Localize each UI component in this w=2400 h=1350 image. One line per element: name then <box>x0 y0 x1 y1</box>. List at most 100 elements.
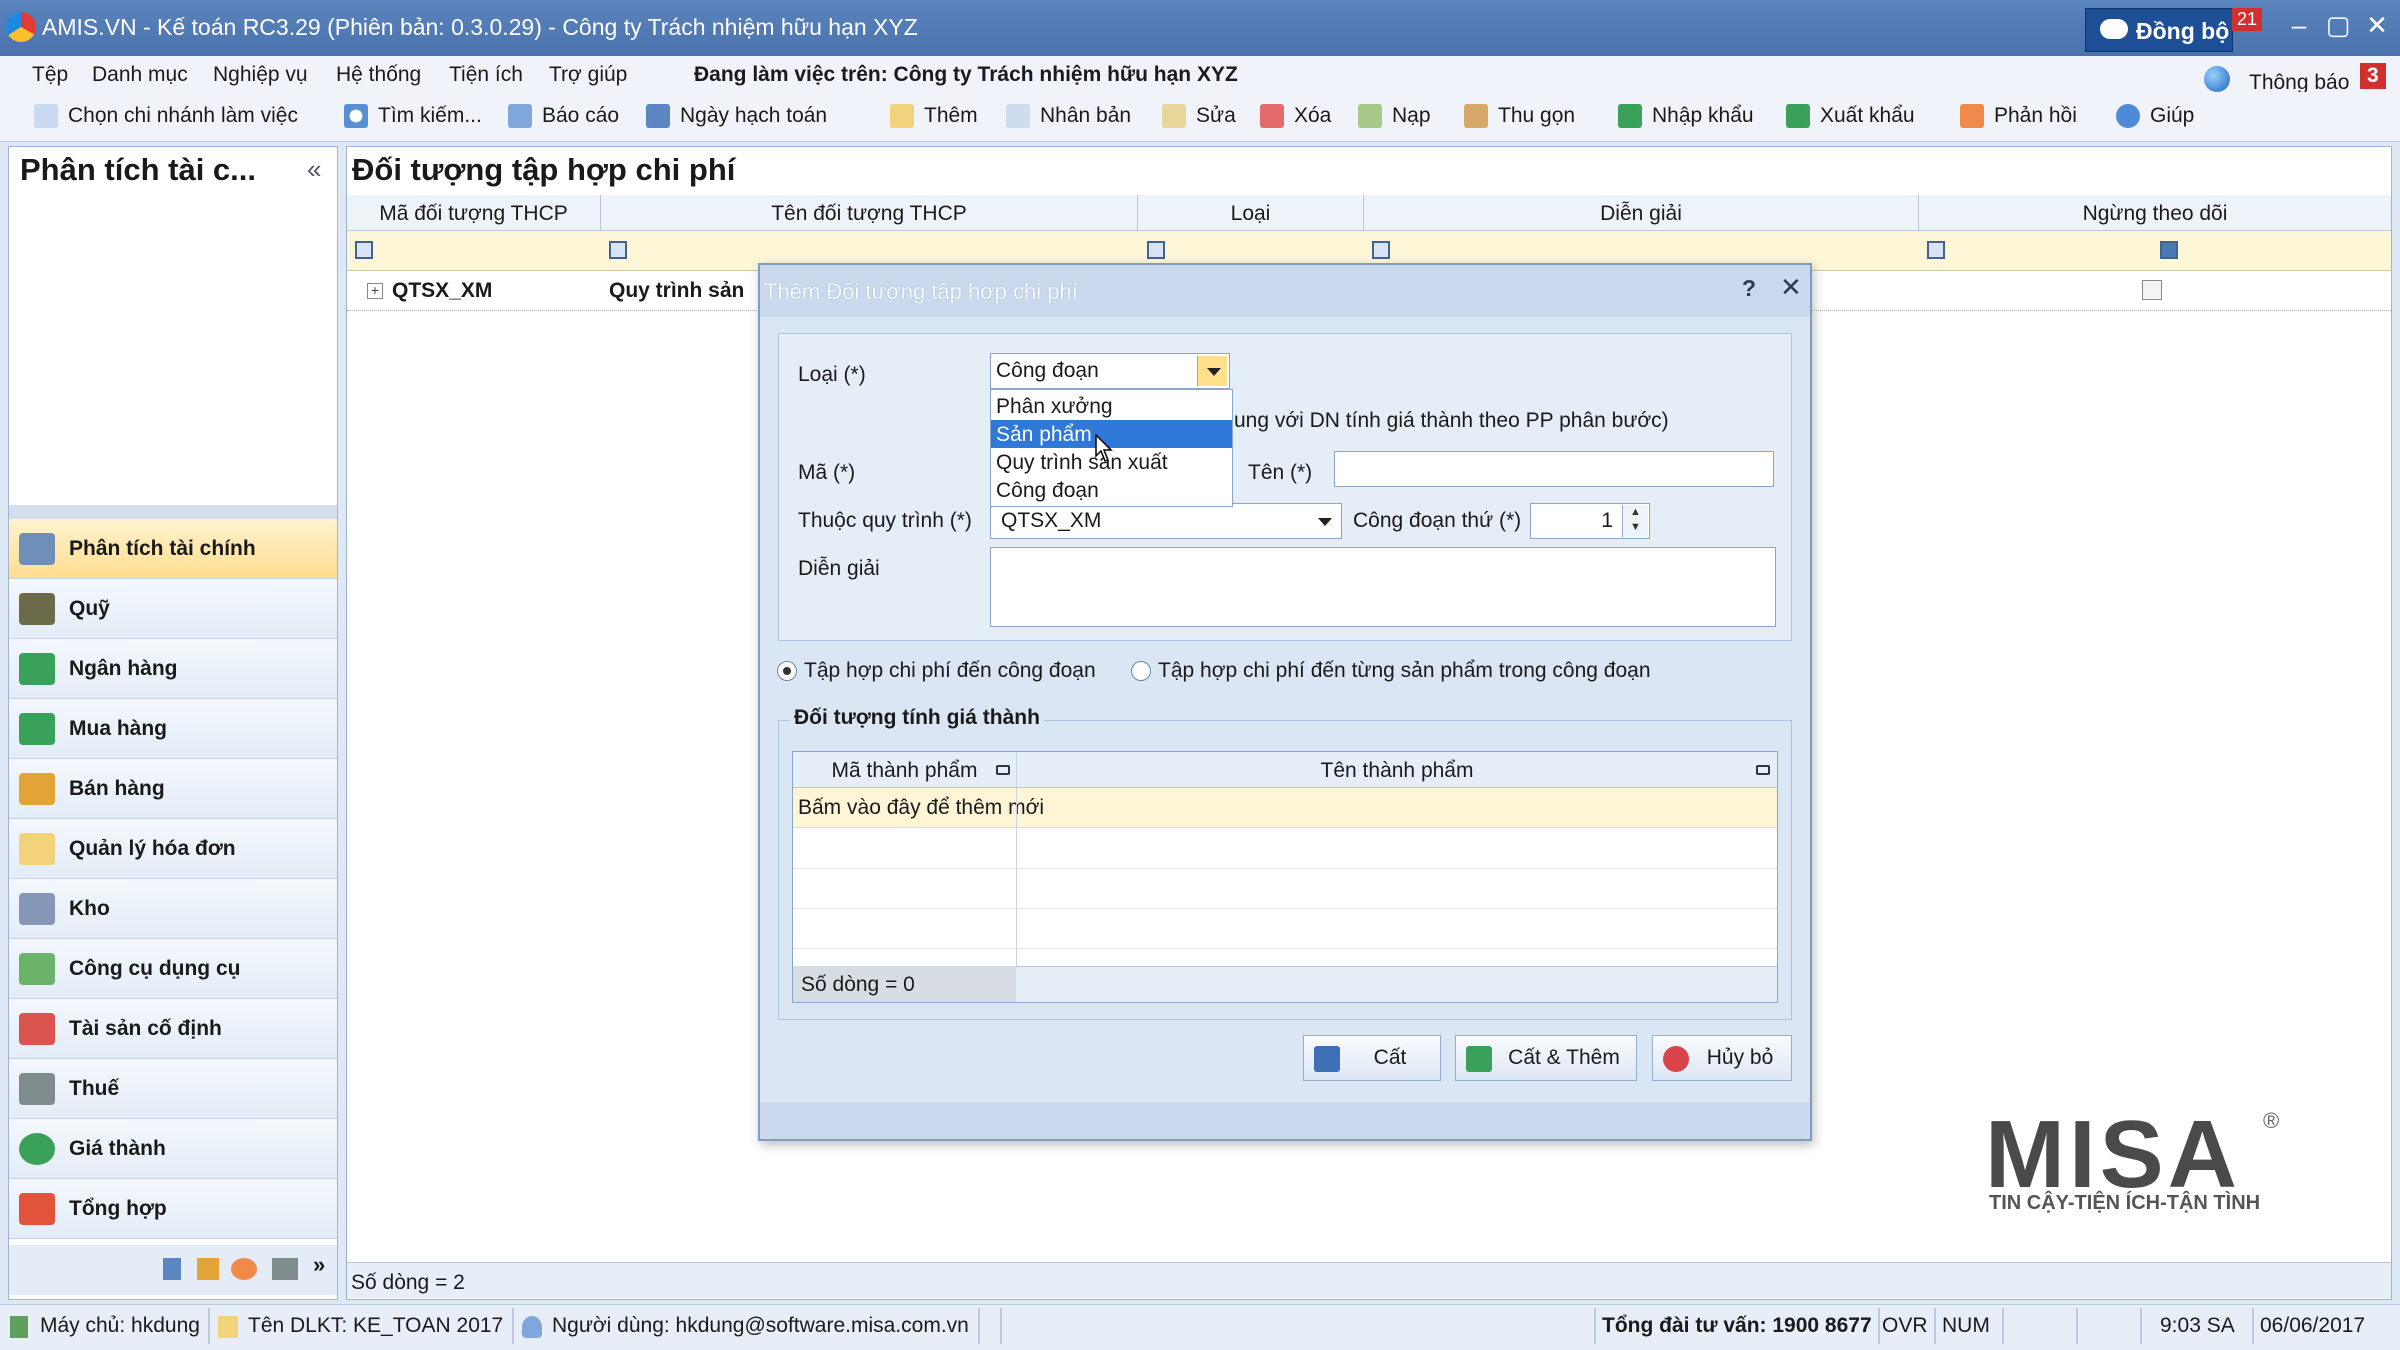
nav-fixed-assets[interactable]: Tài sản cố định <box>9 999 337 1059</box>
nav-label: Công cụ dụng cụ <box>69 957 241 980</box>
menu-file[interactable]: Tệp <box>32 63 68 87</box>
delete-button[interactable]: Xóa <box>1260 104 1331 129</box>
dialog-close-icon[interactable]: ✕ <box>1780 272 1802 303</box>
close-window-icon[interactable]: ✕ <box>2359 8 2395 44</box>
spinner-icon[interactable]: ▲ ▼ <box>1622 505 1648 537</box>
save-button[interactable]: Cất <box>1303 1035 1441 1081</box>
menu-operations[interactable]: Nghiệp vụ <box>213 63 308 87</box>
minimize-icon[interactable]: – <box>2281 8 2317 44</box>
status-separator <box>208 1308 210 1344</box>
excel-export-icon <box>1786 104 1810 129</box>
filter-icon[interactable] <box>1927 241 1945 259</box>
expand-icon[interactable]: + <box>367 283 383 299</box>
collapse-button[interactable]: Thu gọn <box>1464 104 1575 129</box>
nav-summary[interactable]: Tổng hợp <box>9 1179 337 1239</box>
monitor-chart-icon <box>19 533 55 565</box>
option-workshop[interactable]: Phân xưởng <box>991 392 1232 420</box>
filter-icon[interactable] <box>1147 241 1165 259</box>
nav-tax[interactable]: Thuế <box>9 1059 337 1119</box>
menu-help[interactable]: Trợ giúp <box>549 63 627 87</box>
type-select-value: Công đoạn <box>996 359 1099 382</box>
feedback-button[interactable]: Phản hồi <box>1960 104 2077 129</box>
radio-stage-label[interactable]: Tập hợp chi phí đến công đoạn <box>804 659 1096 683</box>
process-select[interactable]: QTSX_XM <box>990 503 1342 539</box>
nav-warehouse[interactable]: Kho <box>9 879 337 939</box>
cancel-button[interactable]: Hủy bỏ <box>1652 1035 1792 1081</box>
filter-icon[interactable] <box>355 241 373 259</box>
shortcut-icon[interactable] <box>163 1258 181 1280</box>
sync-button[interactable]: Đồng bộ <box>2085 8 2233 52</box>
nav-invoices[interactable]: Quản lý hóa đơn <box>9 819 337 879</box>
col-header-description[interactable]: Diễn giải <box>1364 195 1919 231</box>
help-button[interactable]: Giúp <box>2116 104 2194 129</box>
status-separator <box>2252 1308 2254 1344</box>
row-inactive-checkbox[interactable] <box>2142 280 2162 300</box>
nav-purchasing[interactable]: Mua hàng <box>9 699 337 759</box>
chevron-down-icon[interactable] <box>1197 356 1227 386</box>
radio-product[interactable] <box>1131 661 1151 681</box>
filter-checkbox-icon[interactable] <box>2160 241 2178 259</box>
nav-tools[interactable]: Công cụ dụng cụ <box>9 939 337 999</box>
nav-financial-analysis[interactable]: Phân tích tài chính <box>9 519 337 579</box>
search-icon <box>344 104 368 129</box>
floppy-icon <box>1314 1046 1340 1072</box>
branch-select-button[interactable]: Chọn chi nhánh làm việc <box>34 104 298 129</box>
col-header-product-name[interactable]: Tên thành phẩm <box>1017 752 1777 788</box>
duplicate-button[interactable]: Nhân bản <box>1006 104 1131 129</box>
edit-button[interactable]: Sửa <box>1162 104 1236 129</box>
radio-stage[interactable] <box>777 661 797 681</box>
type-select[interactable]: Công đoạn <box>990 353 1230 389</box>
sync-label: Đồng bộ <box>2136 18 2230 44</box>
col-header-type[interactable]: Loại <box>1138 195 1364 231</box>
add-button[interactable]: Thêm <box>890 104 978 129</box>
cloud-icon <box>2100 19 2128 39</box>
save-and-add-button[interactable]: Cất & Thêm <box>1455 1035 1637 1081</box>
import-button[interactable]: Nhập khẩu <box>1618 104 1754 129</box>
database-icon <box>218 1316 238 1338</box>
notification-count-badge: 3 <box>2360 63 2386 89</box>
name-input[interactable] <box>1334 451 1774 487</box>
search-button[interactable]: Tìm kiếm... <box>344 104 482 129</box>
nav-cash[interactable]: Quỹ <box>9 579 337 639</box>
report-icon <box>508 104 532 129</box>
chevron-down-icon[interactable] <box>1309 506 1339 536</box>
col-header-name[interactable]: Tên đối tượng THCP <box>601 195 1138 231</box>
shortcut-icon[interactable] <box>231 1258 257 1280</box>
menu-catalog[interactable]: Danh mục <box>92 63 188 87</box>
col-header-product-code[interactable]: Mã thành phẩm <box>793 752 1016 788</box>
col-header-inactive[interactable]: Ngừng theo dõi <box>1919 195 2391 231</box>
menu-utilities[interactable]: Tiện ích <box>449 63 523 87</box>
dialog-title-bar[interactable]: Thêm Đối tượng tập hợp chi phí <box>760 265 1810 317</box>
add-new-row[interactable]: Bấm vào đây để thêm mới <box>793 788 1777 828</box>
maximize-icon[interactable]: ▢ <box>2320 8 2356 44</box>
pin-icon[interactable] <box>996 765 1010 775</box>
option-stage[interactable]: Công đoạn <box>991 476 1232 504</box>
description-textarea[interactable] <box>990 547 1776 627</box>
col-header-code[interactable]: Mã đối tượng THCP <box>347 195 601 231</box>
shortcut-icon[interactable] <box>197 1258 219 1280</box>
status-user: Người dùng: hkdung@software.misa.com.vn <box>552 1314 969 1337</box>
nav-sales[interactable]: Bán hàng <box>9 759 337 819</box>
filter-icon[interactable] <box>609 241 627 259</box>
warehouse-icon <box>19 893 55 925</box>
calculator-icon <box>19 1073 55 1105</box>
pin-icon[interactable] <box>1756 765 1770 775</box>
dialog-title: Thêm Đối tượng tập hợp chi phí <box>764 279 1078 304</box>
nav-bank[interactable]: Ngân hàng <box>9 639 337 699</box>
reload-button[interactable]: Nạp <box>1358 104 1431 129</box>
tb-label: Nạp <box>1392 104 1431 127</box>
shortcut-icon[interactable] <box>272 1258 298 1280</box>
name-label: Tên (*) <box>1248 461 1313 484</box>
radio-product-label[interactable]: Tập hợp chi phí đến từng sản phẩm trong … <box>1158 659 1651 683</box>
export-button[interactable]: Xuất khẩu <box>1786 104 1915 129</box>
menu-system[interactable]: Hệ thống <box>336 63 421 87</box>
report-button[interactable]: Báo cáo <box>508 104 619 129</box>
filter-icon[interactable] <box>1372 241 1390 259</box>
more-icon[interactable]: » <box>313 1252 325 1278</box>
posting-date-button[interactable]: Ngày hạch toán <box>646 104 827 129</box>
collapse-pane-icon[interactable]: « <box>307 154 321 185</box>
type-hint: ung với DN tính giá thành theo PP phân b… <box>1234 409 1669 432</box>
dialog-help-icon[interactable]: ? <box>1742 275 1756 302</box>
pane-splitter[interactable] <box>9 505 337 519</box>
nav-costing[interactable]: Giá thành <box>9 1119 337 1179</box>
